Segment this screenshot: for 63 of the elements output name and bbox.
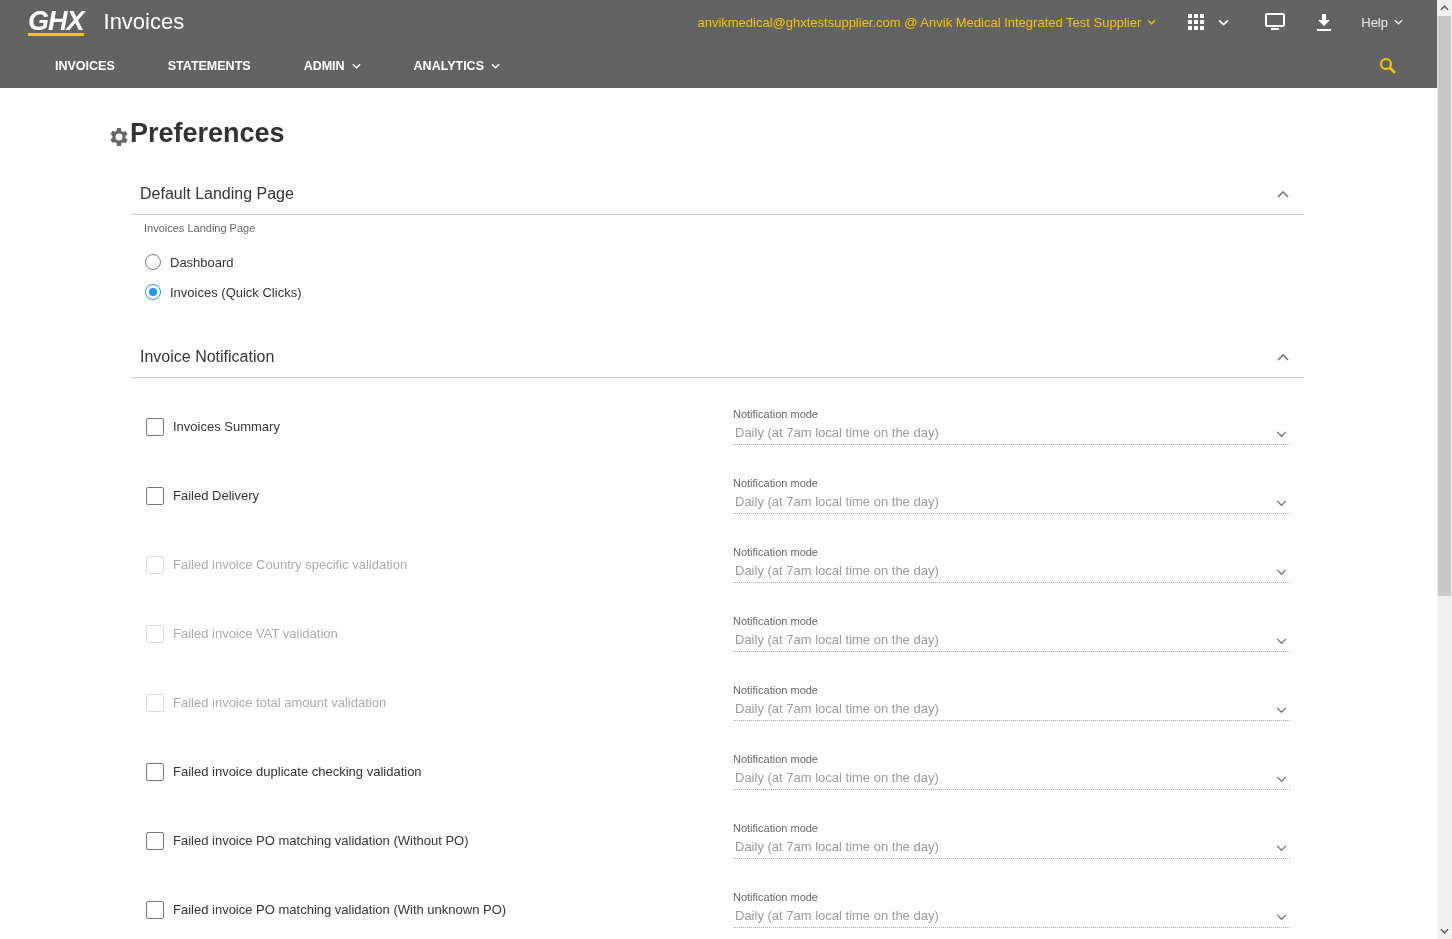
account-menu[interactable]: anvikmedical@ghxtestsupplier.com @ Anvik Medical Integrated Test Supplier — [697, 14, 1157, 30]
checkbox-label: Failed invoice PO matching validation (Without PO) — [173, 833, 469, 848]
checkbox[interactable] — [146, 486, 164, 505]
checkbox[interactable] — [146, 900, 164, 919]
chevron-down-icon — [1276, 500, 1287, 507]
chevron-down-icon — [1276, 845, 1287, 852]
section-title: Default Landing Page — [140, 184, 294, 203]
checkbox-label: Failed invoice PO matching validation (With unknown PO) — [173, 902, 507, 917]
notification-mode-select[interactable]: Daily (at 7am local time on the day) — [733, 491, 1290, 514]
chevron-down-icon — [1276, 914, 1287, 921]
chevron-down-icon — [1276, 776, 1287, 783]
monitor-icon[interactable] — [1265, 13, 1286, 31]
logo[interactable]: GHX — [28, 8, 84, 36]
nav-tab[interactable]: ANALYTICS — [413, 59, 500, 73]
checkbox-label: Failed invoice total amount validation — [173, 695, 387, 710]
checkbox-label: Invoices Summary — [173, 419, 280, 434]
chevron-down-icon — [1276, 638, 1287, 645]
chevron-down-icon — [1276, 569, 1287, 576]
download-icon[interactable] — [1317, 13, 1332, 31]
notification-mode-select[interactable]: Daily (at 7am local time on the day) — [733, 836, 1290, 859]
search-icon[interactable] — [1379, 57, 1397, 75]
field-label: Notification mode — [733, 753, 819, 765]
section-title: Invoice Notification — [140, 347, 275, 366]
nav-tab[interactable]: STATEMENTS — [167, 59, 251, 73]
checkbox-label: Failed invoice duplicate checking validation — [173, 764, 422, 779]
chevron-down-icon — [1276, 707, 1287, 714]
checkbox[interactable] — [146, 417, 164, 436]
field-label: Notification mode — [733, 822, 819, 834]
chevron-down-icon — [351, 63, 361, 69]
chevron-down-icon — [1394, 19, 1403, 25]
field-label: Notification mode — [733, 615, 819, 627]
chevron-down-icon — [491, 63, 500, 69]
apps-grid-menu[interactable] — [1188, 14, 1230, 30]
collapse-icon[interactable] — [1277, 352, 1289, 361]
field-label: Notification mode — [733, 408, 819, 420]
notification-mode-select[interactable]: Daily (at 7am local time on the day) — [733, 422, 1290, 445]
collapse-icon[interactable] — [1277, 189, 1289, 198]
field-label: Notification mode — [733, 891, 819, 903]
checkbox[interactable] — [146, 831, 164, 850]
chevron-down-icon — [1147, 19, 1157, 25]
scroll-up-icon[interactable] — [1440, 5, 1449, 11]
page-title: Preferences — [130, 118, 285, 149]
checkbox-label: Failed invoice VAT validation — [173, 626, 338, 641]
notification-mode-select[interactable]: Daily (at 7am local time on the day) — [733, 767, 1290, 790]
field-label: Notification mode — [733, 546, 819, 558]
chevron-down-icon — [1276, 431, 1287, 438]
chevron-down-icon — [1218, 18, 1230, 26]
grid-icon — [1188, 14, 1205, 30]
scroll-down-icon[interactable] — [1440, 928, 1449, 934]
checkbox-label: Failed Delivery — [173, 488, 259, 503]
checkbox[interactable] — [146, 762, 164, 781]
app-title: Invoices — [103, 9, 185, 35]
field-label: Notification mode — [733, 684, 819, 696]
group-label: Invoices Landing Page — [144, 222, 257, 234]
radio-label: Invoices (Quick Clicks) — [170, 284, 302, 300]
scrollbar[interactable] — [1437, 0, 1452, 939]
help-menu[interactable]: Help — [1361, 14, 1403, 30]
nav-tab[interactable]: INVOICES — [55, 59, 115, 73]
radio-label: Dashboard — [170, 254, 234, 270]
notification-mode-select[interactable]: Daily (at 7am local time on the day) — [733, 905, 1290, 928]
field-label: Notification mode — [733, 477, 819, 489]
nav-tab[interactable]: ADMIN — [303, 59, 361, 73]
checkbox-label: Failed invoice Country specific validation — [173, 557, 408, 572]
